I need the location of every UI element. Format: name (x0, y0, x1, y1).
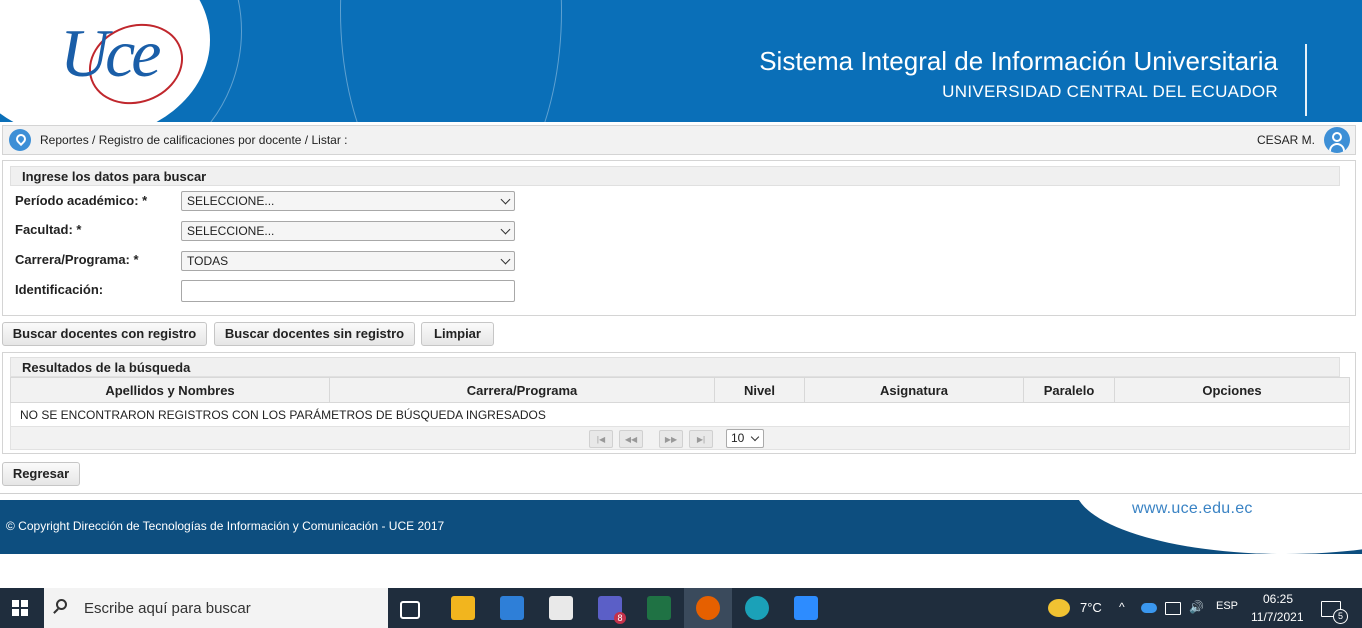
chevron-down-icon (500, 224, 511, 235)
system-title: Sistema Integral de Información Universi… (759, 46, 1278, 76)
university-name: UNIVERSIDAD CENTRAL DEL ECUADOR (942, 82, 1278, 101)
search-without-record-button[interactable]: Buscar docentes sin registro (214, 322, 415, 346)
volume-icon[interactable]: 🔊 (1189, 600, 1204, 614)
search-icon (56, 599, 67, 610)
windows-taskbar: Escribe aquí para buscar 8 7°C ^ 🔊 ESP 0… (0, 588, 1362, 628)
zoom-icon[interactable] (794, 596, 818, 620)
periodo-select-value: SELECCIONE... (187, 194, 275, 208)
last-page-icon[interactable]: ▶| (689, 430, 713, 448)
next-page-icon[interactable]: ▶▶ (659, 430, 683, 448)
teams-icon[interactable]: 8 (598, 596, 626, 624)
search-with-record-button[interactable]: Buscar docentes con registro (2, 322, 207, 346)
facultad-select-value: SELECCIONE... (187, 224, 275, 238)
chevron-up-icon[interactable]: ^ (1119, 600, 1125, 614)
rows-per-page-value: 10 (731, 431, 745, 445)
user-name[interactable]: CESAR M. (1257, 133, 1315, 147)
breadcrumb-bar: Reportes / Registro de calificaciones po… (2, 125, 1356, 155)
chevron-down-icon (750, 432, 760, 442)
uce-logo: Uce (60, 15, 162, 91)
file-explorer-icon[interactable] (451, 596, 475, 620)
chevron-down-icon (500, 254, 511, 265)
breadcrumb: Reportes / Registro de calificaciones po… (40, 133, 348, 147)
clear-button[interactable]: Limpiar (421, 322, 494, 346)
results-panel-title: Resultados de la búsqueda (10, 357, 1340, 377)
windows-start-icon[interactable] (12, 600, 28, 616)
clock-date[interactable]: 11/7/2021 (1251, 610, 1304, 624)
network-icon[interactable] (1165, 602, 1181, 615)
notification-count: 5 (1333, 609, 1348, 624)
column-header-paralelo[interactable]: Paralelo (1023, 377, 1115, 403)
rows-per-page-select[interactable]: 10 (726, 429, 764, 448)
firefox-icon[interactable] (696, 596, 720, 620)
language-indicator[interactable]: ESP (1216, 600, 1238, 612)
empty-results-message: NO SE ENCONTRARON REGISTROS CON LOS PARÁ… (10, 402, 1350, 428)
carrera-label: Carrera/Programa: * (15, 252, 139, 267)
periodo-select[interactable]: SELECCIONE... (181, 191, 515, 211)
column-header-asignatura[interactable]: Asignatura (804, 377, 1024, 403)
identificacion-label: Identificación: (15, 282, 104, 297)
column-header-opciones: Opciones (1114, 377, 1350, 403)
back-button[interactable]: Regresar (2, 462, 80, 486)
user-avatar-icon[interactable] (1324, 127, 1350, 153)
website-url[interactable]: www.uce.edu.ec (1132, 500, 1253, 518)
temperature[interactable]: 7°C (1080, 600, 1102, 615)
notifications-icon[interactable]: 5 (1321, 601, 1348, 624)
carrera-select-value: TODAS (187, 254, 229, 268)
prev-page-icon[interactable]: ◀◀ (619, 430, 643, 448)
header-divider (1305, 44, 1307, 116)
paginator: |◀ ◀◀ ▶▶ ▶| 10 (10, 426, 1350, 450)
task-view-icon[interactable] (400, 601, 420, 619)
excel-icon[interactable] (647, 596, 671, 620)
search-panel: Ingrese los datos para buscar Período ac… (2, 160, 1356, 316)
table-header-row: Apellidos y Nombres Carrera/Programa Niv… (10, 377, 1350, 403)
column-header-carrera[interactable]: Carrera/Programa (329, 377, 715, 403)
mail-icon[interactable] (549, 596, 573, 620)
divider (0, 493, 1362, 494)
column-header-nombres[interactable]: Apellidos y Nombres (10, 377, 330, 403)
periodo-label: Período académico: * (15, 193, 148, 208)
taskbar-search[interactable]: Escribe aquí para buscar (44, 588, 388, 628)
facultad-label: Facultad: * (15, 222, 82, 237)
identificacion-input[interactable] (181, 280, 515, 302)
table-row: NO SE ENCONTRARON REGISTROS CON LOS PARÁ… (10, 402, 1350, 428)
taskbar-search-placeholder: Escribe aquí para buscar (84, 600, 251, 617)
copyright-text: © Copyright Dirección de Tecnologías de … (6, 519, 445, 533)
column-header-nivel[interactable]: Nivel (714, 377, 805, 403)
chevron-down-icon (500, 194, 511, 205)
weather-icon[interactable] (1048, 599, 1070, 617)
clock-time[interactable]: 06:25 (1263, 592, 1293, 606)
results-table: Apellidos y Nombres Carrera/Programa Niv… (10, 377, 1350, 428)
results-panel: Resultados de la búsqueda Apellidos y No… (2, 352, 1356, 454)
first-page-icon[interactable]: |◀ (589, 430, 613, 448)
onedrive-icon[interactable] (1141, 603, 1157, 613)
carrera-select[interactable]: TODAS (181, 251, 515, 271)
location-pin-icon (9, 129, 31, 151)
header-decoration (340, 0, 562, 122)
edge-icon[interactable] (745, 596, 769, 620)
teams-badge: 8 (614, 612, 626, 624)
store-icon[interactable] (500, 596, 524, 620)
app-footer: © Copyright Dirección de Tecnologías de … (0, 500, 1362, 554)
facultad-select[interactable]: SELECCIONE... (181, 221, 515, 241)
search-panel-title: Ingrese los datos para buscar (10, 166, 1340, 186)
app-header: Uce Sistema Integral de Información Univ… (0, 0, 1362, 122)
